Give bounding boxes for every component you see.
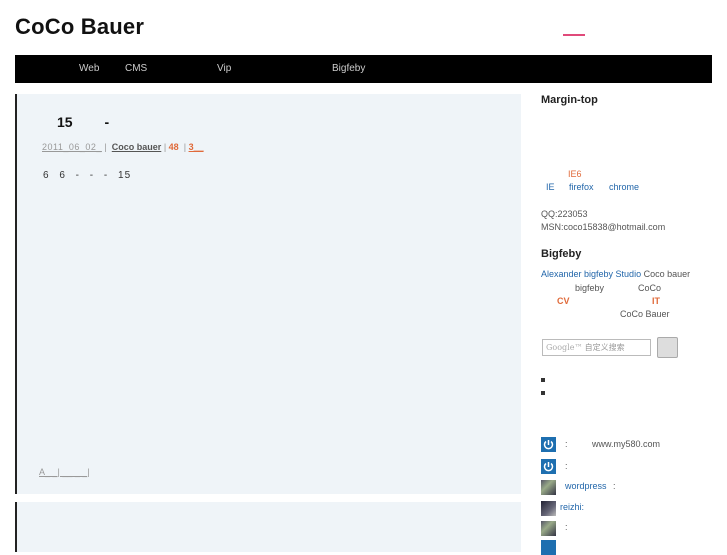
meta-separator: | (104, 142, 107, 152)
post-meta: 2011_06_02_ | Coco bauer | 48 | 3__ (42, 142, 204, 152)
list-bullet (541, 378, 545, 382)
comment-item: : www.my580.com (565, 439, 660, 449)
comment-item: wordpress : (565, 481, 616, 491)
bigfeby-heading: Bigfeby (541, 248, 582, 260)
meta-separator: | (183, 142, 187, 152)
msn-contact: MSN:coco15838@hotmail.com (541, 222, 666, 232)
nav-item-cms[interactable]: CMS (125, 63, 147, 74)
studio-link[interactable]: Alexander bigfeby Studio (541, 269, 641, 279)
comment-text: : (613, 481, 616, 491)
post-card: 15 - 2011_06_02_ | Coco bauer | 48 | 3__… (15, 94, 521, 494)
browser-link-ie[interactable]: IE (546, 182, 555, 192)
comment-text[interactable]: www.my580.com (592, 439, 660, 449)
margin-heading: Margin-top (541, 94, 598, 106)
nav-item-web[interactable]: Web (79, 63, 99, 74)
search-input[interactable]: Google™ 自定义搜索 (542, 339, 651, 356)
google-logo: Google™ (546, 343, 583, 352)
search-placeholder: 自定义搜索 (584, 343, 625, 352)
photo-avatar (541, 480, 556, 495)
list-bullet (541, 391, 545, 395)
browser-link-chrome[interactable]: chrome (609, 182, 639, 192)
about-bigfeby: bigfeby (575, 283, 605, 293)
power-icon (541, 437, 556, 452)
post-date: 2011_06_02_ (42, 142, 102, 152)
about-author: Coco bauer (643, 269, 691, 279)
about-coco: CoCo (638, 283, 662, 293)
power-icon (541, 540, 556, 555)
comment-author[interactable]: : (565, 461, 568, 471)
post-title[interactable]: 15 - (57, 114, 109, 130)
browser-link-firefox[interactable]: firefox (569, 182, 594, 192)
comments-link[interactable]: 3__ (189, 142, 204, 152)
main-nav: Web CMS Vip Bigfeby (15, 55, 712, 83)
post-author-link[interactable]: Coco bauer (112, 142, 162, 152)
nav-item-vip[interactable]: Vip (217, 63, 231, 74)
post-excerpt: 6 6 - - - 15 (43, 170, 132, 181)
qq-contact: QQ:223053 (541, 209, 588, 219)
comment-item: : (565, 522, 568, 532)
comment-item: : (565, 461, 568, 471)
comment-author[interactable]: reizhi: (560, 502, 584, 512)
about-full-name: CoCo Bauer (620, 309, 670, 319)
comment-item: reizhi: (560, 502, 584, 512)
about-cv: CV (557, 296, 570, 306)
photo-avatar (541, 521, 556, 536)
comment-author[interactable]: wordpress (565, 481, 607, 491)
dark-avatar (541, 501, 556, 516)
nav-item-bigfeby[interactable]: Bigfeby (332, 63, 365, 74)
search-button[interactable] (657, 337, 678, 358)
view-count: 48 (168, 142, 179, 152)
power-icon (541, 459, 556, 474)
site-title[interactable]: CoCo Bauer (15, 14, 144, 40)
title-accent-line (563, 34, 585, 36)
comment-author[interactable]: : (565, 439, 568, 449)
meta-separator: | (163, 142, 167, 152)
ie6-label: IE6 (568, 169, 582, 179)
about-it: IT (652, 296, 660, 306)
about-line-1: Alexander bigfeby Studio Coco bauer (541, 269, 690, 279)
comment-author[interactable]: : (565, 522, 568, 532)
post-footer-links[interactable]: A_ _| __ _ _| (39, 467, 90, 477)
